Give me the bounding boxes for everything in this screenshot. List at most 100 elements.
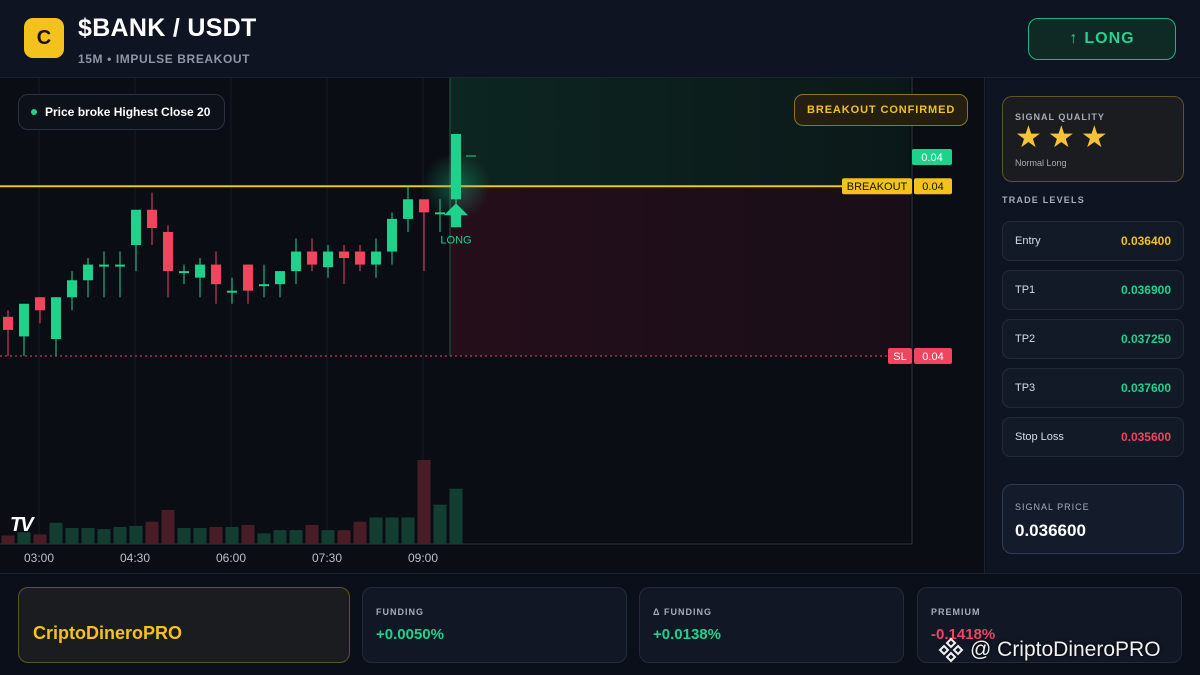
watermark: @ CriptoDineroPRO [938,637,1161,663]
volume-bar [337,530,351,544]
level-stop-loss: Stop Loss 0.035600 [1002,417,1184,457]
candle-body [3,316,13,330]
volume-bar [257,533,271,544]
funding-value: +0.0050% [376,626,444,643]
candle-body [35,297,45,311]
volume-bar [401,517,415,544]
volume-bar [321,530,335,544]
coin-logo: C [24,18,64,58]
star-icon: ★ [1047,121,1075,154]
brand-name: CriptoDineroPRO [33,623,183,643]
time-tick-label: 06:00 [216,551,246,565]
candle-body [83,264,93,281]
long-button[interactable]: ↑ LONG [1028,18,1176,60]
candle-body [195,264,205,278]
candle-body [323,251,333,268]
tradingview-logo: TV [10,514,34,536]
candle-body [403,199,413,219]
candle-body [179,271,189,274]
stop-loss-zone [450,186,910,356]
price-chart[interactable]: LONG 0.04 BREAKOUT 0.04 SL 0.04 03:00 04:30 06:0… [0,78,985,573]
time-tick-label: 09:00 [408,551,438,565]
candle-body [307,251,317,265]
candle-body [163,231,173,272]
signal-price-card: SIGNAL PRICE 0.036600 [1002,484,1184,554]
long-signal-label: LONG [440,234,471,246]
signal-panel: SIGNAL QUALITY ★ ★ ★ Normal Long TRADE L… [986,78,1200,573]
volume-bar [33,534,47,544]
candle-body [211,264,221,285]
time-tick-label: 04:30 [120,551,150,565]
candle-body [259,284,269,287]
watermark-text: @ CriptoDineroPRO [970,638,1161,661]
breakout-info-pill: Price broke Highest Close 20 [18,94,226,130]
volume-bar [385,517,399,544]
header-bar: C $BANK / USDT 15M • IMPULSE BREAKOUT ↑ … [0,0,1200,78]
trade-levels-title: TRADE LEVELS [1002,195,1085,205]
delta-funding-value: +0.0138% [653,626,721,643]
brand-card: CriptoDineroPRO [18,587,350,663]
status-dot-icon [31,109,37,115]
candle-body [419,199,429,213]
page-subtitle: 15M • IMPULSE BREAKOUT [78,52,251,66]
delta-funding-label: Δ FUNDING [653,607,712,617]
level-value: 0.036900 [1120,283,1171,297]
candle-body [339,251,349,259]
chart-canvas[interactable]: LONG 0.04 BREAKOUT 0.04 SL 0.04 03:00 04:30 06:0… [0,78,985,573]
funding-card: FUNDING +0.0050% [362,587,627,663]
star-icon: ★ [1080,121,1108,154]
volume-bar [369,517,383,544]
binance-logo-icon [938,637,964,663]
candle-body [115,264,125,267]
level-tp2: TP2 0.037250 [1002,319,1184,359]
volume-bar [177,528,191,544]
volume-bar [161,509,175,544]
time-tick-label: 03:00 [24,551,54,565]
candle-body [131,209,141,245]
breakout-tag-label: BREAKOUT [847,181,908,193]
page-title: $BANK / USDT [78,14,257,42]
candle-body [435,212,445,215]
level-label: TP3 [1015,382,1036,394]
signal-quality-sub: Normal Long [1015,158,1067,168]
star-icon: ★ [1015,121,1042,154]
level-label: TP1 [1015,284,1036,296]
volume-bar [97,529,111,544]
breakout-tag-value: 0.04 [922,181,943,193]
signal-price-value: 0.036600 [1015,521,1086,540]
sl-tag-value: 0.04 [922,351,943,363]
funding-label: FUNDING [376,607,424,617]
breakout-info-text: Price broke Highest Close 20 [45,105,211,119]
arrow-up-icon: ↑ [1069,30,1079,47]
rating-stars: ★ ★ ★ [1015,123,1108,153]
level-value: 0.037250 [1120,332,1171,346]
signal-price-label: SIGNAL PRICE [1015,502,1090,512]
sl-tag-label: SL [893,351,906,363]
price-tag-top: 0.04 [921,152,942,164]
volume-bar [225,526,239,544]
volume-bar [353,521,367,544]
volume-bar [113,526,127,544]
volume-bar [305,524,319,544]
level-value: 0.036400 [1120,234,1171,248]
volume-bar [289,530,303,544]
level-tp3: TP3 0.037600 [1002,368,1184,408]
signal-quality-card: SIGNAL QUALITY ★ ★ ★ Normal Long [1002,96,1184,182]
candle-body [371,251,381,265]
footer-bar: CriptoDineroPRO FUNDING +0.0050% Δ FUNDI… [0,573,1200,675]
candle-body [147,209,157,229]
time-tick-label: 07:30 [312,551,342,565]
volume-bar [273,530,287,544]
volume-bar [81,528,95,544]
volume-bar [145,521,159,544]
level-tp1: TP1 0.036900 [1002,270,1184,310]
level-label: Stop Loss [1015,431,1064,443]
volume-bar [129,525,143,544]
level-label: Entry [1015,235,1041,247]
candle-body [67,280,77,298]
breakout-confirmed-badge: BREAKOUT CONFIRMED [794,94,969,126]
volume-bar [49,522,63,544]
candle-body [51,297,61,340]
volume-bar [193,528,207,544]
candle-body [243,264,253,291]
